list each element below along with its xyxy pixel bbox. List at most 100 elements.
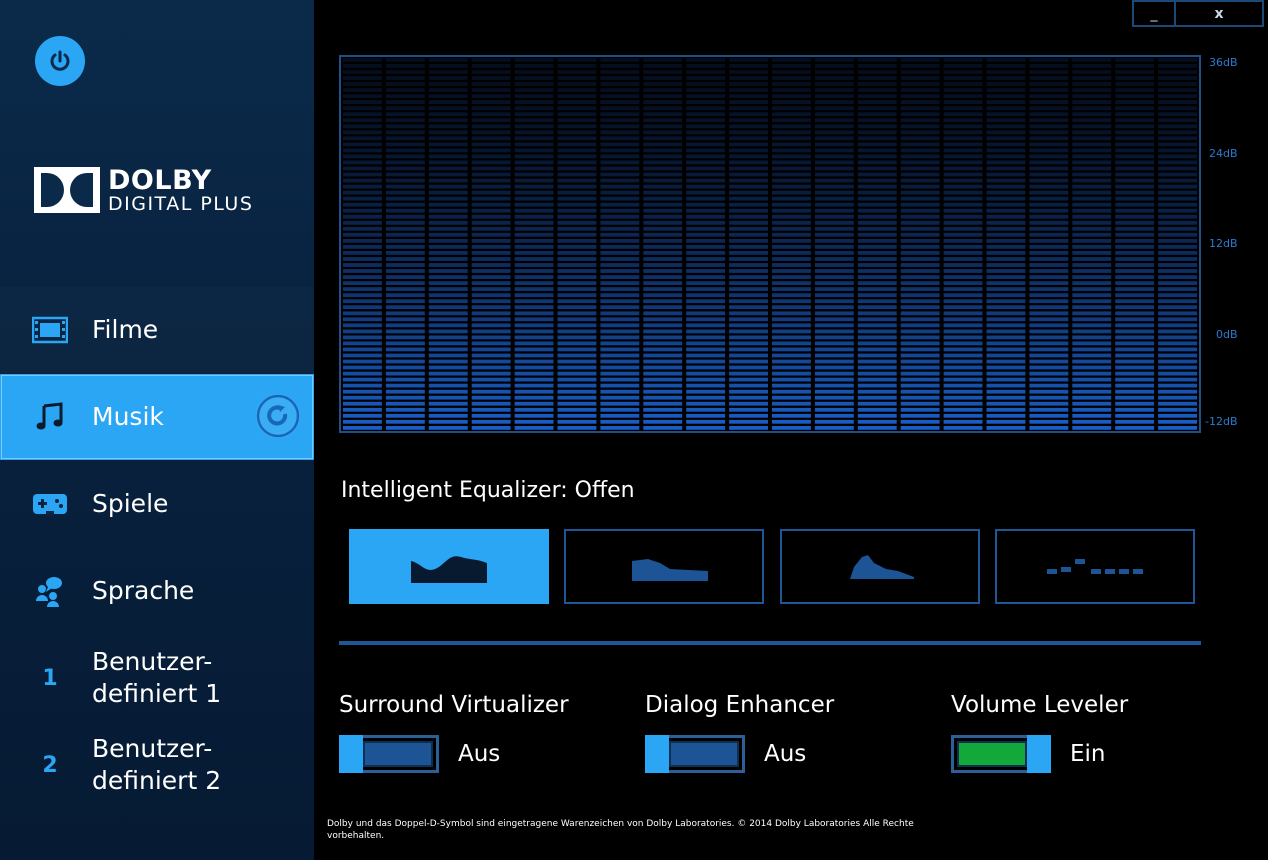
eq-cell <box>1115 220 1155 225</box>
eq-cell <box>514 401 554 406</box>
eq-cell <box>385 112 425 117</box>
eq-cell <box>1115 148 1155 153</box>
eq-cell <box>428 426 468 430</box>
eq-cell <box>1072 347 1112 352</box>
eq-curve-focused-icon <box>850 555 914 579</box>
eq-cell <box>814 202 854 207</box>
eq-cell <box>1115 317 1155 322</box>
eq-cell <box>343 293 382 298</box>
eq-cell <box>343 305 382 310</box>
eq-cell <box>772 166 811 171</box>
eq-cell <box>557 142 597 147</box>
preset-focused-button[interactable] <box>780 529 980 604</box>
eq-cell <box>600 317 640 322</box>
eq-cell <box>600 130 640 135</box>
eq-cell <box>686 341 726 346</box>
eq-cell <box>557 419 597 424</box>
reset-profile-button[interactable] <box>256 394 300 438</box>
eq-cell <box>986 208 1026 213</box>
preset-rich-button[interactable] <box>564 529 764 604</box>
eq-cell <box>1072 166 1112 171</box>
eq-cell <box>814 407 854 412</box>
nav-item-spiele[interactable]: Spiele <box>0 461 314 547</box>
eq-cell <box>943 184 983 189</box>
eq-cell <box>385 371 425 376</box>
eq-cell <box>343 136 382 141</box>
music-note-icon <box>32 399 68 435</box>
eq-cell <box>900 88 940 92</box>
eq-cell <box>385 172 425 177</box>
eq-cell <box>1072 94 1112 98</box>
eq-cell <box>686 407 726 412</box>
eq-cell <box>772 371 811 376</box>
eq-cell <box>729 172 768 177</box>
eq-cell <box>471 311 511 316</box>
eq-cell <box>1029 311 1069 316</box>
eq-cell <box>385 88 425 92</box>
nav-item-benutzer-1[interactable]: 1 Benutzer- definiert 1 <box>0 635 314 721</box>
eq-cell <box>428 329 468 334</box>
eq-cell <box>814 329 854 334</box>
eq-cell <box>1158 106 1197 111</box>
eq-cell <box>643 232 683 237</box>
eq-cell <box>857 383 897 388</box>
close-button[interactable]: x <box>1174 0 1264 27</box>
eq-cell <box>686 377 726 382</box>
minimize-button[interactable]: _ <box>1132 0 1176 27</box>
eq-cell <box>514 257 554 261</box>
eq-cell <box>900 299 940 304</box>
eq-cell <box>857 323 897 328</box>
eq-cell <box>514 94 554 98</box>
eq-cell <box>729 106 768 111</box>
eq-cell <box>857 311 897 316</box>
eq-cell <box>772 401 811 406</box>
eq-cell <box>729 112 768 117</box>
eq-cell <box>1029 148 1069 153</box>
equalizer-bars <box>343 58 1197 430</box>
eq-cell <box>686 136 726 141</box>
eq-cell <box>1158 94 1197 98</box>
volume-leveler-toggle[interactable] <box>951 735 1051 773</box>
preset-custom-button[interactable] <box>995 529 1195 604</box>
eq-cell <box>600 148 640 153</box>
equalizer-display[interactable] <box>339 55 1201 433</box>
eq-cell <box>986 293 1026 298</box>
eq-cell <box>814 263 854 267</box>
eq-cell <box>1158 58 1197 62</box>
eq-cell <box>943 106 983 111</box>
eq-cell <box>343 100 382 104</box>
eq-cell <box>943 226 983 231</box>
preset-open-button[interactable] <box>349 529 549 604</box>
eq-cell <box>557 269 597 273</box>
nav-item-sprache[interactable]: Sprache <box>0 548 314 634</box>
eq-cell <box>471 106 511 111</box>
eq-cell <box>643 100 683 104</box>
eq-cell <box>1072 383 1112 388</box>
eq-cell <box>643 239 683 243</box>
eq-cell <box>729 214 768 219</box>
eq-cell <box>514 426 554 430</box>
nav-item-benutzer-2[interactable]: 2 Benutzer- definiert 2 <box>0 722 314 808</box>
dialog-enhancer-toggle[interactable] <box>645 735 745 773</box>
eq-cell <box>514 148 554 153</box>
surround-virtualizer-toggle[interactable] <box>339 735 439 773</box>
eq-cell <box>814 245 854 249</box>
eq-cell <box>600 293 640 298</box>
eq-cell <box>557 341 597 346</box>
nav-item-filme[interactable]: Filme <box>0 287 314 373</box>
eq-cell <box>686 329 726 334</box>
eq-cell <box>643 311 683 316</box>
eq-cell <box>428 208 468 213</box>
nav-item-musik[interactable]: Musik <box>0 374 314 460</box>
eq-curve-open-icon <box>411 556 487 583</box>
eq-cell <box>729 257 768 261</box>
eq-cell <box>643 184 683 189</box>
eq-cell <box>428 148 468 153</box>
eq-cell <box>557 184 597 189</box>
eq-cell <box>1029 220 1069 225</box>
eq-cell <box>729 76 768 80</box>
eq-cell <box>900 112 940 117</box>
eq-cell <box>1029 347 1069 352</box>
power-button[interactable] <box>35 36 85 86</box>
eq-cell <box>729 281 768 285</box>
